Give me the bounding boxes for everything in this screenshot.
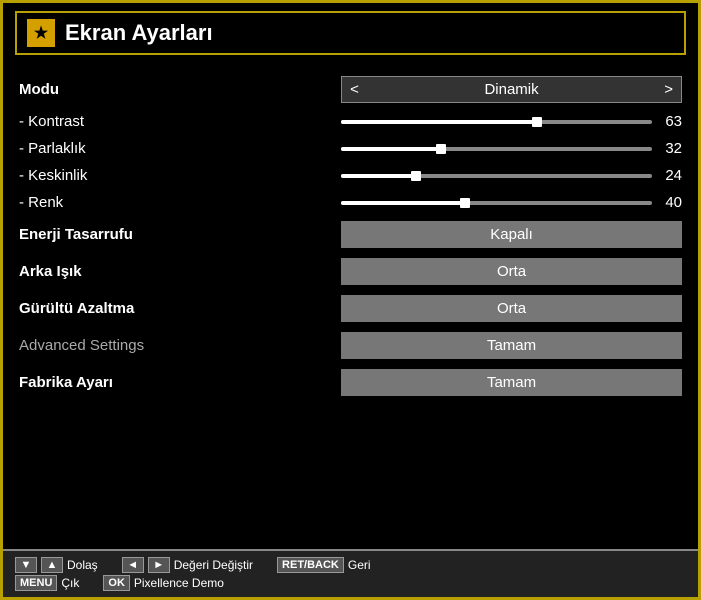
- setting-label: - Keskinlik: [15, 162, 337, 189]
- setting-value: 63: [337, 108, 686, 135]
- footer: ▼▲ Dolaş ◄► Değeri Değiştir RET/BACK Geri MEN…: [3, 549, 698, 597]
- setting-value: 40: [337, 189, 686, 216]
- settings-table: Modu < Dinamik > - Kontrast 63 - Parlakl…: [15, 71, 686, 401]
- setting-label: Arka Işık: [15, 253, 337, 290]
- setting-label: - Parlaklık: [15, 135, 337, 162]
- setting-button[interactable]: Orta: [341, 295, 682, 322]
- slider-fill: [341, 201, 465, 205]
- main-content: ★ Ekran Ayarları Modu < Dinamik > - Kont…: [3, 3, 698, 549]
- setting-label: Enerji Tasarrufu: [15, 216, 337, 253]
- slider-value: 24: [658, 167, 682, 184]
- slider-container[interactable]: 24: [341, 167, 682, 184]
- slider-container[interactable]: 63: [341, 113, 682, 130]
- slider-track: [341, 120, 652, 124]
- slider-fill: [341, 174, 416, 178]
- settings-row: - Renk 40: [15, 189, 686, 216]
- slider-value: 32: [658, 140, 682, 157]
- footer-key: ◄: [122, 557, 144, 573]
- slider-fill: [341, 120, 537, 124]
- setting-label: Modu: [15, 71, 337, 108]
- setting-button[interactable]: Tamam: [341, 369, 682, 396]
- settings-row: Gürültü AzaltmaOrta: [15, 290, 686, 327]
- setting-value[interactable]: < Dinamik >: [337, 71, 686, 108]
- setting-value[interactable]: Kapalı: [337, 216, 686, 253]
- footer-key: RET/BACK: [277, 557, 344, 573]
- footer-item: ◄► Değeri Değiştir: [122, 557, 253, 573]
- setting-label: Gürültü Azaltma: [15, 290, 337, 327]
- footer-key: ▲: [41, 557, 63, 573]
- footer-label: Pixellence Demo: [134, 576, 224, 590]
- slider-track: [341, 201, 652, 205]
- slider-thumb[interactable]: [411, 171, 421, 181]
- mode-selector[interactable]: < Dinamik >: [341, 76, 682, 103]
- setting-button[interactable]: Orta: [341, 258, 682, 285]
- settings-row: Fabrika AyarıTamam: [15, 364, 686, 401]
- setting-value[interactable]: Tamam: [337, 364, 686, 401]
- setting-button[interactable]: Kapalı: [341, 221, 682, 248]
- title-bar: ★ Ekran Ayarları: [15, 11, 686, 55]
- slider-thumb[interactable]: [436, 144, 446, 154]
- settings-row: Advanced SettingsTamam: [15, 327, 686, 364]
- page-title: Ekran Ayarları: [65, 20, 213, 46]
- settings-row: - Parlaklık 32: [15, 135, 686, 162]
- settings-row: Enerji TasarrufuKapalı: [15, 216, 686, 253]
- mode-prev-arrow[interactable]: <: [350, 81, 359, 98]
- settings-row: - Keskinlik 24: [15, 162, 686, 189]
- mode-next-arrow[interactable]: >: [664, 81, 673, 98]
- settings-row: Modu < Dinamik >: [15, 71, 686, 108]
- footer-item: OK Pixellence Demo: [103, 575, 224, 591]
- title-icon: ★: [27, 19, 55, 47]
- footer-label: Geri: [348, 558, 371, 572]
- setting-button[interactable]: Tamam: [341, 332, 682, 359]
- screen: ★ Ekran Ayarları Modu < Dinamik > - Kont…: [0, 0, 701, 600]
- footer-row-1: ▼▲ Dolaş ◄► Değeri Değiştir RET/BACK Geri: [15, 557, 686, 573]
- slider-track: [341, 147, 652, 151]
- setting-label: - Renk: [15, 189, 337, 216]
- footer-label: Değeri Değiştir: [174, 558, 253, 572]
- footer-key: ▼: [15, 557, 37, 573]
- footer-key: MENU: [15, 575, 57, 591]
- setting-value: 32: [337, 135, 686, 162]
- slider-thumb[interactable]: [460, 198, 470, 208]
- setting-label: Fabrika Ayarı: [15, 364, 337, 401]
- footer-label: Dolaş: [67, 558, 98, 572]
- footer-item: RET/BACK Geri: [277, 557, 371, 573]
- footer-key: ►: [148, 557, 170, 573]
- footer-item: ▼▲ Dolaş: [15, 557, 98, 573]
- setting-value[interactable]: Tamam: [337, 327, 686, 364]
- slider-container[interactable]: 40: [341, 194, 682, 211]
- setting-value[interactable]: Orta: [337, 253, 686, 290]
- settings-row: - Kontrast 63: [15, 108, 686, 135]
- slider-fill: [341, 147, 440, 151]
- slider-track: [341, 174, 652, 178]
- footer-key: OK: [103, 575, 130, 591]
- slider-container[interactable]: 32: [341, 140, 682, 157]
- setting-value[interactable]: Orta: [337, 290, 686, 327]
- footer-row-2: MENU Çık OK Pixellence Demo: [15, 575, 686, 591]
- settings-row: Arka IşıkOrta: [15, 253, 686, 290]
- footer-item: MENU Çık: [15, 575, 79, 591]
- slider-value: 63: [658, 113, 682, 130]
- mode-value: Dinamik: [484, 81, 538, 98]
- slider-value: 40: [658, 194, 682, 211]
- setting-label: - Kontrast: [15, 108, 337, 135]
- slider-thumb[interactable]: [532, 117, 542, 127]
- footer-label: Çık: [61, 576, 79, 590]
- setting-value: 24: [337, 162, 686, 189]
- setting-label: Advanced Settings: [15, 327, 337, 364]
